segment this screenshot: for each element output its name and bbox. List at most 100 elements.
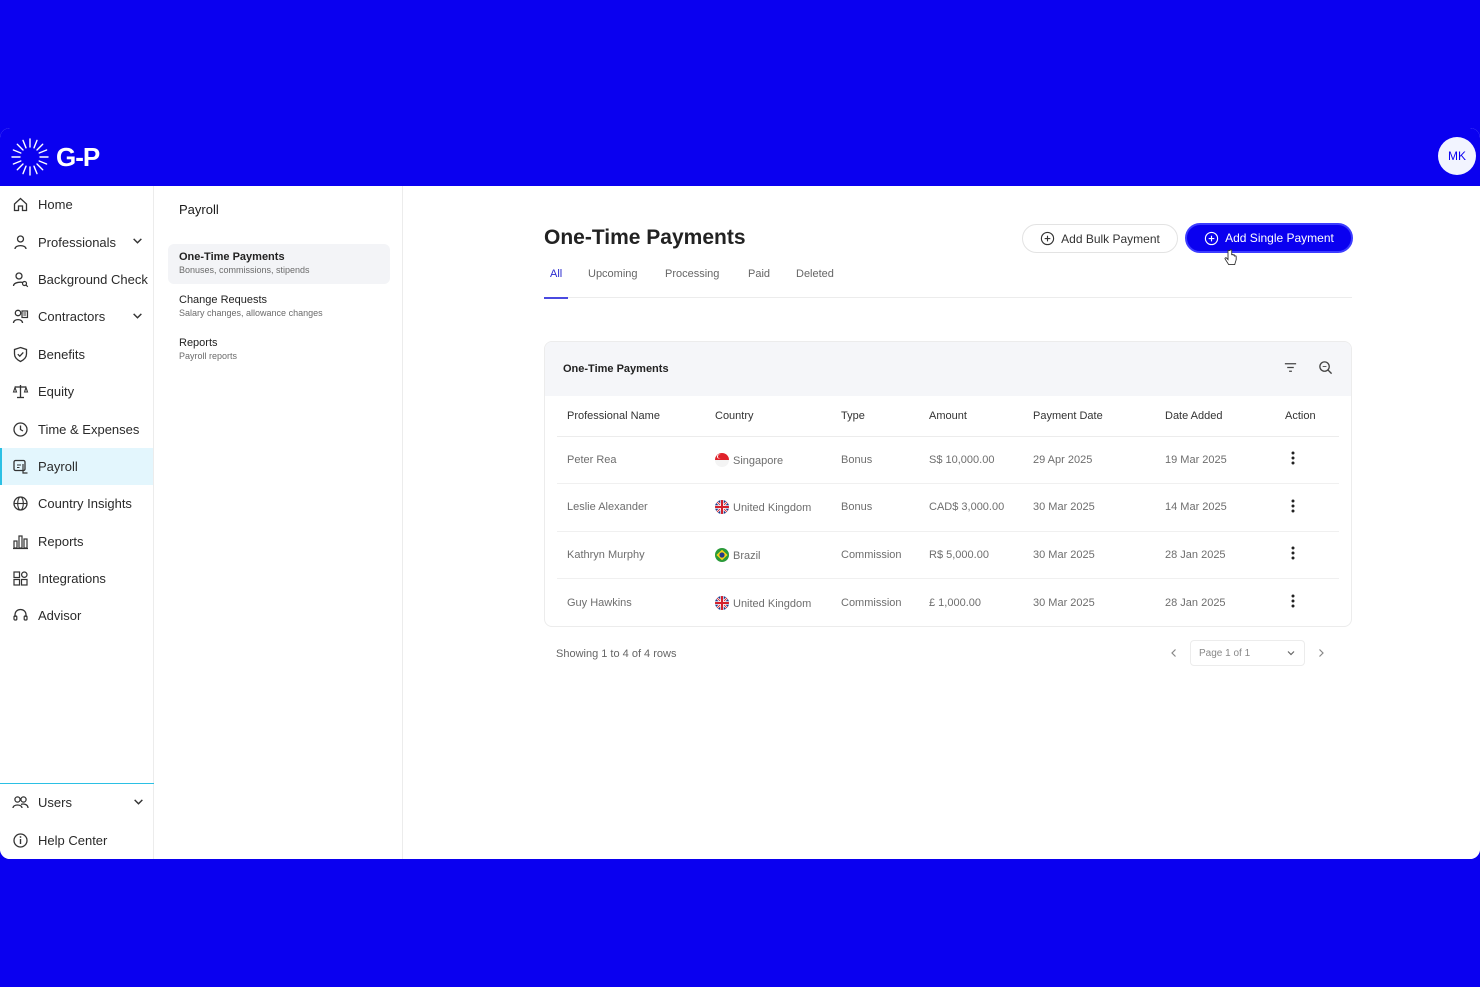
flag-uk-icon [715, 500, 729, 515]
subnav-title: Payroll [179, 202, 219, 217]
payroll-icon [12, 458, 29, 475]
add-single-payment-label: Add Single Payment [1225, 231, 1334, 245]
sidebar-item-background-check[interactable]: Background Check [0, 261, 153, 298]
subnav-item-one-time-payments[interactable]: One-Time Payments Bonuses, commissions, … [168, 244, 390, 284]
globe-icon [12, 495, 29, 512]
cell-date-added: 19 Mar 2025 [1165, 436, 1285, 484]
sidebar-item-professionals[interactable]: Professionals [0, 223, 153, 260]
chevron-down-icon [133, 238, 142, 245]
cell-amount: S$ 10,000.00 [929, 436, 1033, 484]
more-actions-icon[interactable] [1285, 451, 1301, 468]
cell-payment-date: 29 Apr 2025 [1033, 436, 1165, 484]
chevron-down-icon [1287, 651, 1295, 656]
clock-icon [12, 421, 29, 438]
sidebar-item-help-center[interactable]: Help Center [0, 822, 154, 859]
tab-all[interactable]: All [543, 266, 569, 299]
cell-professional-name[interactable]: Leslie Alexander [557, 483, 715, 532]
column-header-country[interactable]: Country [715, 396, 841, 437]
logo[interactable]: G-P [10, 137, 100, 177]
search-icon[interactable] [1318, 360, 1333, 375]
cell-date-added: 28 Jan 2025 [1165, 596, 1226, 609]
payment-tabs: All Upcoming Processing Paid Deleted [543, 266, 1352, 299]
filter-icon[interactable] [1283, 360, 1298, 375]
chart-icon [12, 533, 29, 550]
column-header-professional-name[interactable]: Professional Name [557, 396, 715, 437]
cell-action [1285, 531, 1339, 579]
cell-date-added: 14 Mar 2025 [1165, 483, 1285, 532]
headset-icon [12, 607, 29, 624]
payments-card: One-Time Payments Professional Name Coun… [544, 341, 1352, 627]
cell-country: United Kingdom [715, 579, 841, 627]
page-select[interactable]: Page 1 of 1 [1190, 640, 1305, 666]
sidebar-nav: Home Professionals Background Check Contrac… [0, 186, 153, 635]
table-body: Peter Rea Singapore Bonus S$ 10,000.00 29 Ap… [557, 436, 1339, 626]
subnav-item-subtitle: Payroll reports [179, 351, 238, 361]
info-icon [12, 832, 29, 849]
cell-type: Bonus [841, 436, 929, 484]
sidebar-item-equity[interactable]: Equity [0, 373, 153, 410]
cell-professional-name[interactable]: Peter Rea [557, 436, 715, 484]
sidebar-item-payroll[interactable]: Payroll [0, 447, 153, 486]
chevron-left-icon[interactable] [1168, 647, 1180, 659]
sidebar-item-label: Country Insights [38, 496, 132, 512]
add-single-payment-button[interactable]: Add Single Payment [1185, 223, 1353, 253]
country-label: Singapore [733, 454, 784, 467]
tab-paid[interactable]: Paid [748, 266, 770, 298]
sidebar-item-benefits[interactable]: Benefits [0, 336, 153, 373]
column-header-date-added[interactable]: Date Added [1165, 396, 1285, 437]
sidebar-item-label: Reports [38, 533, 84, 549]
cell-professional-name[interactable]: Kathryn Murphy [557, 531, 715, 579]
rows-summary: Showing 1 to 4 of 4 rows [556, 648, 677, 660]
flag-uk-icon [715, 595, 729, 610]
sidebar-item-users[interactable]: Users [0, 784, 154, 821]
subnav-item-reports[interactable]: Reports Payroll reports [168, 330, 390, 370]
users-icon [12, 794, 29, 811]
cell-type: Commission [841, 531, 929, 579]
add-bulk-payment-button[interactable]: Add Bulk Payment [1022, 224, 1178, 253]
card-tools [1283, 360, 1333, 375]
table-row[interactable]: Peter Rea Singapore Bonus S$ 10,000.00 29 Ap… [557, 436, 1339, 484]
chevron-right-icon[interactable] [1315, 647, 1327, 659]
chevron-down-icon [134, 799, 143, 805]
sidebar-item-country-insights[interactable]: Country Insights [0, 485, 153, 522]
cell-action [1285, 579, 1339, 627]
tab-deleted[interactable]: Deleted [796, 266, 834, 298]
more-actions-icon[interactable] [1285, 546, 1301, 563]
tab-processing[interactable]: Processing [665, 266, 719, 298]
table-row[interactable]: Guy Hawkins United Kingdom Commission £ 1,0… [557, 579, 1339, 627]
sidebar-item-integrations[interactable]: Integrations [0, 560, 153, 597]
table-row[interactable]: Leslie Alexander United Kingdom Bonus CAD$ … [557, 483, 1339, 532]
cell-professional-name[interactable]: Guy Hawkins [557, 579, 715, 627]
sidebar-item-reports[interactable]: Reports [0, 523, 153, 560]
column-header-amount[interactable]: Amount [929, 396, 1033, 437]
tab-upcoming[interactable]: Upcoming [588, 266, 638, 298]
cell-payment-date: 30 Mar 2025 [1033, 531, 1165, 579]
avatar[interactable]: MK [1438, 137, 1476, 175]
subnav-item-subtitle: Salary changes, allowance changes [179, 308, 323, 318]
sidebar-item-contractors[interactable]: Contractors [0, 298, 153, 335]
country-label: United Kingdom [733, 597, 812, 610]
sidebar-item-time-and-expenses[interactable]: Time & Expenses [0, 410, 153, 447]
sidebar-item-label: Contractors [38, 309, 106, 325]
payroll-subnav: Payroll One-Time Payments Bonuses, commi… [155, 186, 403, 859]
table-row[interactable]: Kathryn Murphy Brazil Commission R$ 5,000.0… [557, 531, 1339, 579]
more-actions-icon[interactable] [1285, 499, 1301, 516]
sidebar-item-label: Benefits [38, 346, 85, 362]
column-header-payment-date[interactable]: Payment Date [1033, 396, 1165, 437]
sidebar-item-home[interactable]: Home [0, 186, 153, 223]
more-actions-icon[interactable] [1285, 594, 1301, 611]
subnav-item-title: Change Requests [179, 294, 268, 306]
scale-icon [12, 383, 29, 400]
sidebar-item-advisor[interactable]: Advisor [0, 597, 153, 634]
cell-amount: £ 1,000.00 [929, 596, 981, 609]
sidebar-item-label: Equity [38, 384, 75, 400]
subnav-item-change-requests[interactable]: Change Requests Salary changes, allowanc… [168, 287, 390, 327]
integrations-icon [12, 570, 29, 587]
cell-action [1285, 483, 1339, 532]
cell-payment-date: 30 Mar 2025 [1033, 596, 1095, 609]
sidebar-item-label: Users [38, 795, 72, 811]
pagination: Page 1 of 1 [1168, 640, 1327, 666]
payments-table: Professional Name Country Type Amount Pa… [557, 396, 1339, 626]
sidebar-item-label: Home [38, 197, 73, 213]
column-header-type[interactable]: Type [841, 396, 929, 437]
